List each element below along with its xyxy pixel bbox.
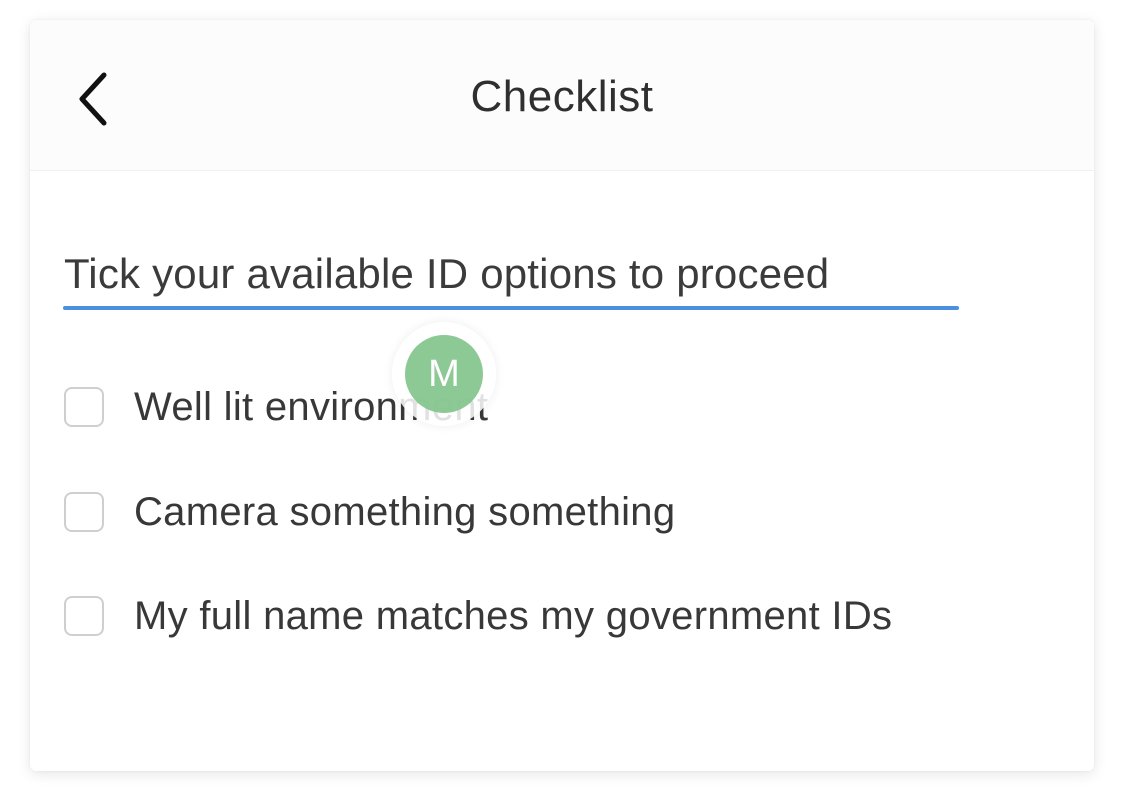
cursor-avatar: M	[392, 322, 496, 426]
checklist-item-full-name[interactable]: My full name matches my government IDs	[64, 591, 892, 641]
instruction-text: Tick your available ID options to procee…	[64, 250, 830, 297]
checkbox-full-name[interactable]	[64, 596, 104, 636]
checkbox-well-lit[interactable]	[64, 387, 104, 427]
checklist-item-label: My full name matches my government IDs	[134, 593, 893, 638]
page-title: Checklist	[470, 72, 654, 121]
instruction-underline	[63, 306, 959, 310]
checklist-card: Checklist Tick your available ID options…	[30, 20, 1094, 771]
checklist-item-camera[interactable]: Camera something something	[64, 487, 675, 537]
avatar: M	[405, 335, 483, 413]
checklist-item-label: Camera something something	[134, 489, 676, 534]
checkbox-camera[interactable]	[64, 492, 104, 532]
header-bar: Checklist	[30, 20, 1094, 171]
